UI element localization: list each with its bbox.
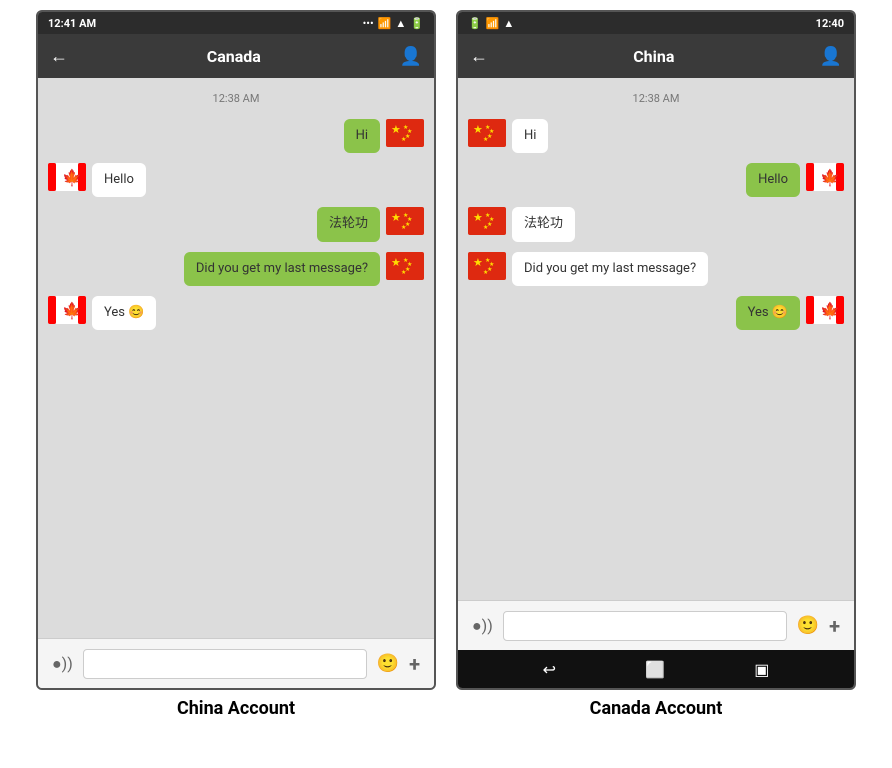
left-china-flag-1: ★ ★ ★ ★ ★	[386, 119, 424, 147]
right-msg-4: ★ ★ ★ ★ ★ Did you get my last message?	[468, 252, 844, 286]
left-battery-icon: 🔋	[410, 17, 424, 30]
left-phone-wrapper: 12:41 AM ••• 📶 ▲ 🔋 ← Canada 👤 12:38 AM	[26, 10, 446, 719]
left-msg-5: 🍁 Yes 😊	[48, 296, 424, 330]
left-bubble-3: 法轮功	[317, 207, 380, 241]
right-china-flag-3: ★ ★ ★ ★ ★	[468, 207, 506, 235]
right-bottom-bar: ●)) 🙂 +	[458, 600, 854, 650]
right-time: 12:40	[816, 17, 844, 30]
svg-text:★: ★	[401, 269, 406, 276]
right-nav-bar: ← China 👤	[458, 34, 854, 78]
right-canada-flag-5: 🍁	[806, 296, 844, 324]
svg-text:🍁: 🍁	[62, 168, 82, 187]
left-canada-flag-2: 🍁	[48, 163, 86, 191]
svg-text:🍁: 🍁	[62, 301, 82, 320]
left-status-bar: 12:41 AM ••• 📶 ▲ 🔋	[38, 12, 434, 34]
left-nav-title: Canada	[207, 47, 261, 66]
right-timestamp: 12:38 AM	[468, 92, 844, 105]
right-bubble-4: Did you get my last message?	[512, 252, 708, 286]
left-msg-2: 🍁 Hello	[48, 163, 424, 197]
left-status-icons: ••• 📶 ▲ 🔋	[363, 17, 424, 30]
right-input-field[interactable]	[503, 611, 787, 641]
right-bubble-3: 法轮功	[512, 207, 575, 241]
right-chat-area: 12:38 AM ★ ★ ★ ★ ★ Hi	[458, 78, 854, 600]
right-msg-1: ★ ★ ★ ★ ★ Hi	[468, 119, 844, 153]
left-nav-bar: ← Canada 👤	[38, 34, 434, 78]
svg-text:★: ★	[391, 256, 401, 269]
svg-text:★: ★	[473, 211, 483, 224]
right-battery-icon: 🔋	[468, 17, 482, 30]
left-msg-1: ★ ★ ★ ★ ★ Hi	[48, 119, 424, 153]
svg-text:🍁: 🍁	[820, 301, 840, 320]
left-voice-button[interactable]: ●))	[52, 654, 73, 674]
svg-text:★: ★	[401, 136, 406, 143]
left-bubble-5: Yes 😊	[92, 296, 156, 330]
svg-text:★: ★	[473, 123, 483, 136]
right-android-nav: ↩ ⬜ ▣	[458, 650, 854, 688]
left-time: 12:41 AM	[48, 17, 96, 30]
right-android-recent[interactable]: ▣	[754, 660, 769, 679]
right-signal-icon: 📶	[486, 17, 500, 30]
left-bubble-2: Hello	[92, 163, 146, 197]
left-bottom-bar: ●)) 🙂 +	[38, 638, 434, 688]
left-phone: 12:41 AM ••• 📶 ▲ 🔋 ← Canada 👤 12:38 AM	[36, 10, 436, 690]
right-add-button[interactable]: +	[829, 614, 840, 638]
right-nav-title: China	[633, 47, 674, 66]
right-msg-5: 🍁 Yes 😊	[468, 296, 844, 330]
left-back-button[interactable]: ←	[50, 46, 68, 67]
left-profile-icon[interactable]: 👤	[400, 46, 422, 67]
right-profile-icon[interactable]: 👤	[820, 46, 842, 67]
right-china-flag-1: ★ ★ ★ ★ ★	[468, 119, 506, 147]
left-emoji-button[interactable]: 🙂	[377, 653, 399, 674]
right-status-bar: 🔋 📶 ▲ 12:40	[458, 12, 854, 34]
right-bubble-2: Hello	[746, 163, 800, 197]
right-msg-3: ★ ★ ★ ★ ★ 法轮功	[468, 207, 844, 241]
left-input-field[interactable]	[83, 649, 367, 679]
left-chat-area: 12:38 AM ★ ★ ★ ★ ★ Hi	[38, 78, 434, 638]
svg-text:★: ★	[401, 224, 406, 231]
svg-text:🍁: 🍁	[820, 168, 840, 187]
svg-text:★: ★	[483, 224, 488, 231]
right-back-button[interactable]: ←	[470, 46, 488, 67]
right-android-back[interactable]: ↩	[543, 660, 556, 679]
left-bubble-1: Hi	[344, 119, 380, 153]
svg-text:★: ★	[391, 211, 401, 224]
left-msg-4: ★ ★ ★ ★ ★ Did you get my last message?	[48, 252, 424, 286]
right-status-icons-left: 🔋 📶 ▲	[468, 17, 514, 30]
left-china-flag-4: ★ ★ ★ ★ ★	[386, 252, 424, 280]
svg-text:★: ★	[473, 256, 483, 269]
left-canada-flag-5: 🍁	[48, 296, 86, 324]
left-add-button[interactable]: +	[409, 652, 420, 676]
right-bubble-1: Hi	[512, 119, 548, 153]
right-msg-2: 🍁 Hello	[468, 163, 844, 197]
left-bubble-4: Did you get my last message?	[184, 252, 380, 286]
svg-text:★: ★	[391, 123, 401, 136]
left-signal-icon: ▲	[395, 17, 406, 30]
right-phone: 🔋 📶 ▲ 12:40 ← China 👤 12:38 AM	[456, 10, 856, 690]
right-emoji-button[interactable]: 🙂	[797, 615, 819, 636]
left-signal-dots: •••	[363, 17, 374, 30]
right-bubble-5: Yes 😊	[736, 296, 800, 330]
svg-text:★: ★	[483, 136, 488, 143]
svg-text:★: ★	[483, 269, 488, 276]
left-phone-label: China Account	[177, 698, 295, 719]
right-canada-flag-2: 🍁	[806, 163, 844, 191]
left-msg-3: ★ ★ ★ ★ ★ 法轮功	[48, 207, 424, 241]
left-china-flag-3: ★ ★ ★ ★ ★	[386, 207, 424, 235]
right-china-flag-4: ★ ★ ★ ★ ★	[468, 252, 506, 280]
left-wifi-icon: 📶	[378, 17, 392, 30]
phones-container: 12:41 AM ••• 📶 ▲ 🔋 ← Canada 👤 12:38 AM	[0, 0, 892, 719]
right-phone-wrapper: 🔋 📶 ▲ 12:40 ← China 👤 12:38 AM	[446, 10, 866, 719]
right-signal-bars: ▲	[503, 17, 514, 30]
right-voice-button[interactable]: ●))	[472, 616, 493, 636]
left-timestamp: 12:38 AM	[48, 92, 424, 105]
right-phone-label: Canada Account	[590, 698, 723, 719]
right-android-home[interactable]: ⬜	[645, 660, 665, 679]
